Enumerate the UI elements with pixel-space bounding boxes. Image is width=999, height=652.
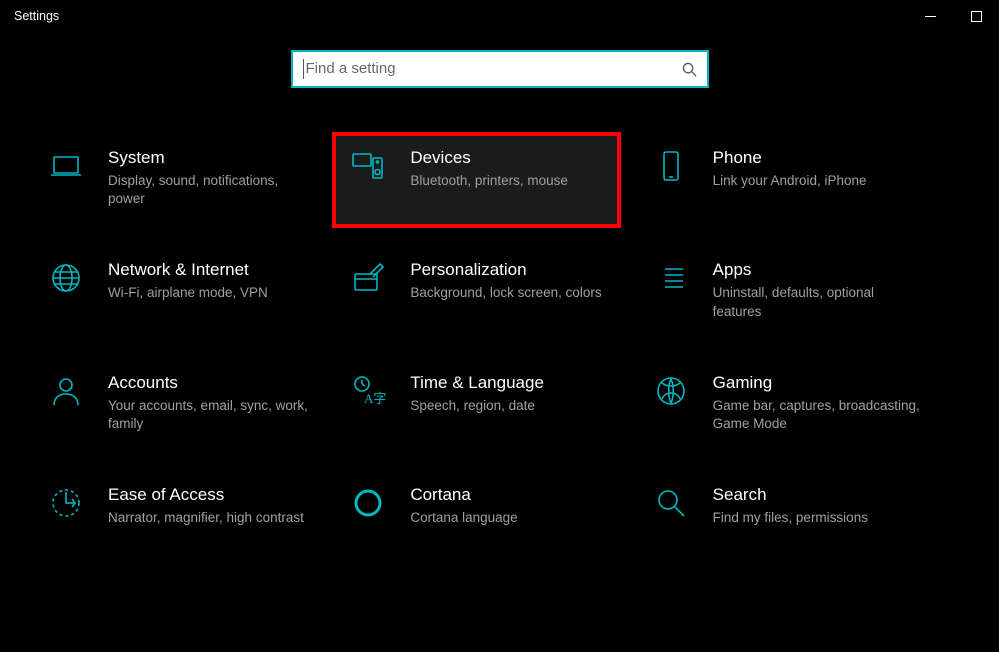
tile-title: Network & Internet xyxy=(108,260,318,280)
tile-phone[interactable]: Phone Link your Android, iPhone xyxy=(651,148,953,208)
phone-icon xyxy=(651,148,691,184)
tile-cortana[interactable]: Cortana Cortana language xyxy=(348,485,650,527)
svg-text:A字: A字 xyxy=(364,391,386,406)
laptop-icon xyxy=(46,148,86,184)
maximize-button[interactable] xyxy=(953,0,999,32)
tile-desc: Bluetooth, printers, mouse xyxy=(410,172,604,190)
magnifier-icon xyxy=(651,485,691,521)
tile-title: Devices xyxy=(410,148,604,168)
tile-title: Ease of Access xyxy=(108,485,318,505)
tile-title: Search xyxy=(713,485,923,505)
window-title: Settings xyxy=(14,9,59,23)
tile-title: Personalization xyxy=(410,260,620,280)
person-icon xyxy=(46,373,86,409)
tile-apps[interactable]: Apps Uninstall, defaults, optional featu… xyxy=(651,260,953,320)
tile-time-language[interactable]: A字 Time & Language Speech, region, date xyxy=(348,373,650,433)
search-input[interactable] xyxy=(306,52,682,86)
tile-title: Accounts xyxy=(108,373,318,393)
tile-title: Time & Language xyxy=(410,373,620,393)
tile-desc: Uninstall, defaults, optional features xyxy=(713,284,923,320)
tile-personalization[interactable]: Personalization Background, lock screen,… xyxy=(348,260,650,320)
minimize-button[interactable] xyxy=(907,0,953,32)
tile-desc: Wi-Fi, airplane mode, VPN xyxy=(108,284,318,302)
tile-desc: Speech, region, date xyxy=(410,397,620,415)
tile-title: Apps xyxy=(713,260,923,280)
settings-grid: System Display, sound, notifications, po… xyxy=(0,88,999,528)
tile-accounts[interactable]: Accounts Your accounts, email, sync, wor… xyxy=(46,373,348,433)
search-container xyxy=(0,50,999,88)
search-icon xyxy=(682,62,697,77)
paint-icon xyxy=(348,260,388,296)
titlebar: Settings xyxy=(0,0,999,32)
tile-desc: Background, lock screen, colors xyxy=(410,284,620,302)
minimize-icon xyxy=(925,16,936,17)
xbox-icon xyxy=(651,373,691,409)
tile-desc: Narrator, magnifier, high contrast xyxy=(108,509,318,527)
tile-desc: Cortana language xyxy=(410,509,620,527)
tile-title: Phone xyxy=(713,148,923,168)
cortana-icon xyxy=(348,485,388,521)
tile-ease-of-access[interactable]: Ease of Access Narrator, magnifier, high… xyxy=(46,485,348,527)
tile-title: System xyxy=(108,148,318,168)
tile-desc: Find my files, permissions xyxy=(713,509,923,527)
tile-desc: Display, sound, notifications, power xyxy=(108,172,318,208)
text-cursor xyxy=(303,59,304,79)
tile-system[interactable]: System Display, sound, notifications, po… xyxy=(46,148,348,208)
window-controls xyxy=(907,0,999,32)
tile-desc: Link your Android, iPhone xyxy=(713,172,923,190)
tile-gaming[interactable]: Gaming Game bar, captures, broadcasting,… xyxy=(651,373,953,433)
tile-search[interactable]: Search Find my files, permissions xyxy=(651,485,953,527)
globe-icon xyxy=(46,260,86,296)
tile-desc: Your accounts, email, sync, work, family xyxy=(108,397,318,433)
tile-title: Gaming xyxy=(713,373,923,393)
tile-desc: Game bar, captures, broadcasting, Game M… xyxy=(713,397,923,433)
tile-title: Cortana xyxy=(410,485,620,505)
search-box[interactable] xyxy=(291,50,709,88)
accessibility-icon xyxy=(46,485,86,521)
tile-devices[interactable]: Devices Bluetooth, printers, mouse xyxy=(332,132,620,228)
list-icon xyxy=(651,260,691,296)
keyboard-speaker-icon xyxy=(348,148,388,184)
time-language-icon: A字 xyxy=(348,373,388,409)
tile-network[interactable]: Network & Internet Wi-Fi, airplane mode,… xyxy=(46,260,348,320)
maximize-icon xyxy=(971,11,982,22)
